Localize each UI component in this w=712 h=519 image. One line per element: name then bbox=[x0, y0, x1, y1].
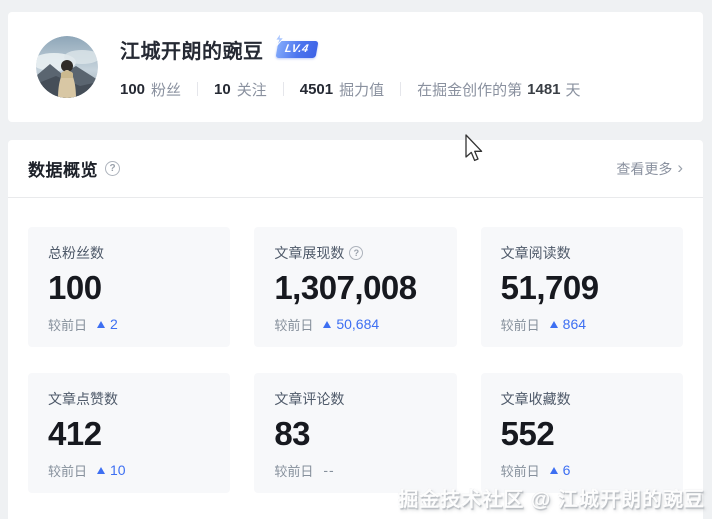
divider bbox=[283, 82, 284, 96]
card-label-text: 总粉丝数 bbox=[48, 243, 104, 263]
card-label-text: 文章展现数 bbox=[274, 243, 344, 263]
card-label-text: 文章阅读数 bbox=[501, 243, 571, 263]
question-circle-icon[interactable]: ? bbox=[349, 246, 363, 260]
profile-stats-row: 100 粉丝 10 关注 4501 掘力值 在掘金创作的第 1481 天 bbox=[120, 79, 581, 100]
divider bbox=[400, 82, 401, 96]
followers-label: 粉丝 bbox=[151, 79, 181, 100]
delta-value: 2 bbox=[110, 316, 118, 332]
card-article-impressions: 文章展现数 ? 1,307,008 较前日 50,684 bbox=[254, 227, 456, 347]
card-label-text: 文章评论数 bbox=[274, 389, 344, 409]
delta-value: 50,684 bbox=[336, 316, 379, 332]
card-article-comments: 文章评论数 83 较前日 -- bbox=[254, 373, 456, 493]
card-value: 100 bbox=[48, 268, 210, 308]
level-badge[interactable]: LV.4 bbox=[275, 41, 318, 58]
card-delta: 较前日 2 bbox=[48, 315, 210, 334]
card-value: 412 bbox=[48, 414, 210, 454]
panel-title: 数据概览 bbox=[28, 156, 98, 181]
power-count: 4501 bbox=[300, 81, 333, 98]
avatar-image bbox=[36, 36, 98, 98]
card-label: 文章点赞数 bbox=[48, 389, 210, 409]
card-label-text: 文章点赞数 bbox=[48, 389, 118, 409]
delta-label: 较前日 bbox=[48, 315, 87, 334]
creation-days-value: 1481 bbox=[527, 81, 560, 98]
card-label: 文章阅读数 bbox=[501, 243, 663, 263]
profile-card: 江城开朗的豌豆 LV.4 100 粉丝 10 关注 4501 掘力值 在掘金创作 bbox=[8, 12, 703, 122]
card-delta: 较前日 50,684 bbox=[274, 315, 436, 334]
name-row: 江城开朗的豌豆 LV.4 bbox=[120, 35, 581, 64]
creator-dashboard-screen: 江城开朗的豌豆 LV.4 100 粉丝 10 关注 4501 掘力值 在掘金创作 bbox=[0, 0, 712, 519]
card-delta: 较前日 10 bbox=[48, 461, 210, 480]
view-more-label: 查看更多 bbox=[616, 159, 672, 179]
delta-label: 较前日 bbox=[274, 461, 313, 480]
stats-cards-grid: 总粉丝数 100 较前日 2 文章展现数 ? 1,307,008 较前日 bbox=[8, 198, 703, 493]
delta-value: 10 bbox=[110, 462, 126, 478]
delta-label: 较前日 bbox=[501, 315, 540, 334]
data-overview-panel: 数据概览 ? 查看更多 › 总粉丝数 100 较前日 2 bbox=[8, 140, 703, 519]
card-label-text: 文章收藏数 bbox=[501, 389, 571, 409]
user-name: 江城开朗的豌豆 bbox=[120, 35, 264, 64]
triangle-up-icon bbox=[550, 467, 558, 474]
card-value: 552 bbox=[501, 414, 663, 454]
avatar[interactable] bbox=[36, 36, 98, 98]
creation-days-suffix: 天 bbox=[566, 79, 581, 100]
watermark: 掘金技术社区 @ 江城开朗的豌豆 bbox=[398, 483, 705, 512]
card-label: 文章展现数 ? bbox=[274, 243, 436, 263]
divider bbox=[197, 82, 198, 96]
card-delta: 较前日 6 bbox=[501, 461, 663, 480]
following-label: 关注 bbox=[237, 79, 267, 100]
triangle-up-icon bbox=[97, 467, 105, 474]
delta-label: 较前日 bbox=[501, 461, 540, 480]
delta-label: 较前日 bbox=[48, 461, 87, 480]
delta-value: -- bbox=[323, 462, 334, 478]
level-badge-label: LV.4 bbox=[284, 43, 310, 55]
lightning-icon bbox=[273, 33, 285, 47]
card-delta: 较前日 864 bbox=[501, 315, 663, 334]
delta-value: 6 bbox=[563, 462, 571, 478]
triangle-up-icon bbox=[323, 321, 331, 328]
panel-header: 数据概览 ? 查看更多 › bbox=[8, 140, 703, 198]
card-value: 83 bbox=[274, 414, 436, 454]
card-value: 51,709 bbox=[501, 268, 663, 308]
card-value: 1,307,008 bbox=[274, 268, 436, 308]
creation-days-prefix: 在掘金创作的第 bbox=[417, 79, 522, 100]
delta-label: 较前日 bbox=[274, 315, 313, 334]
panel-title-wrap: 数据概览 ? bbox=[28, 156, 120, 181]
card-total-followers: 总粉丝数 100 较前日 2 bbox=[28, 227, 230, 347]
card-article-bookmarks: 文章收藏数 552 较前日 6 bbox=[481, 373, 683, 493]
card-article-reads: 文章阅读数 51,709 较前日 864 bbox=[481, 227, 683, 347]
power-label: 掘力值 bbox=[339, 79, 384, 100]
card-article-likes: 文章点赞数 412 较前日 10 bbox=[28, 373, 230, 493]
view-more-link[interactable]: 查看更多 › bbox=[616, 159, 683, 179]
delta-value: 864 bbox=[563, 316, 586, 332]
card-label: 总粉丝数 bbox=[48, 243, 210, 263]
followers-count: 100 bbox=[120, 81, 145, 98]
question-circle-icon[interactable]: ? bbox=[105, 161, 120, 176]
card-label: 文章收藏数 bbox=[501, 389, 663, 409]
chevron-right-icon: › bbox=[677, 159, 683, 176]
profile-info: 江城开朗的豌豆 LV.4 100 粉丝 10 关注 4501 掘力值 在掘金创作 bbox=[120, 35, 581, 100]
following-count: 10 bbox=[214, 81, 231, 98]
triangle-up-icon bbox=[97, 321, 105, 328]
triangle-up-icon bbox=[550, 321, 558, 328]
card-delta: 较前日 -- bbox=[274, 461, 436, 480]
card-label: 文章评论数 bbox=[274, 389, 436, 409]
